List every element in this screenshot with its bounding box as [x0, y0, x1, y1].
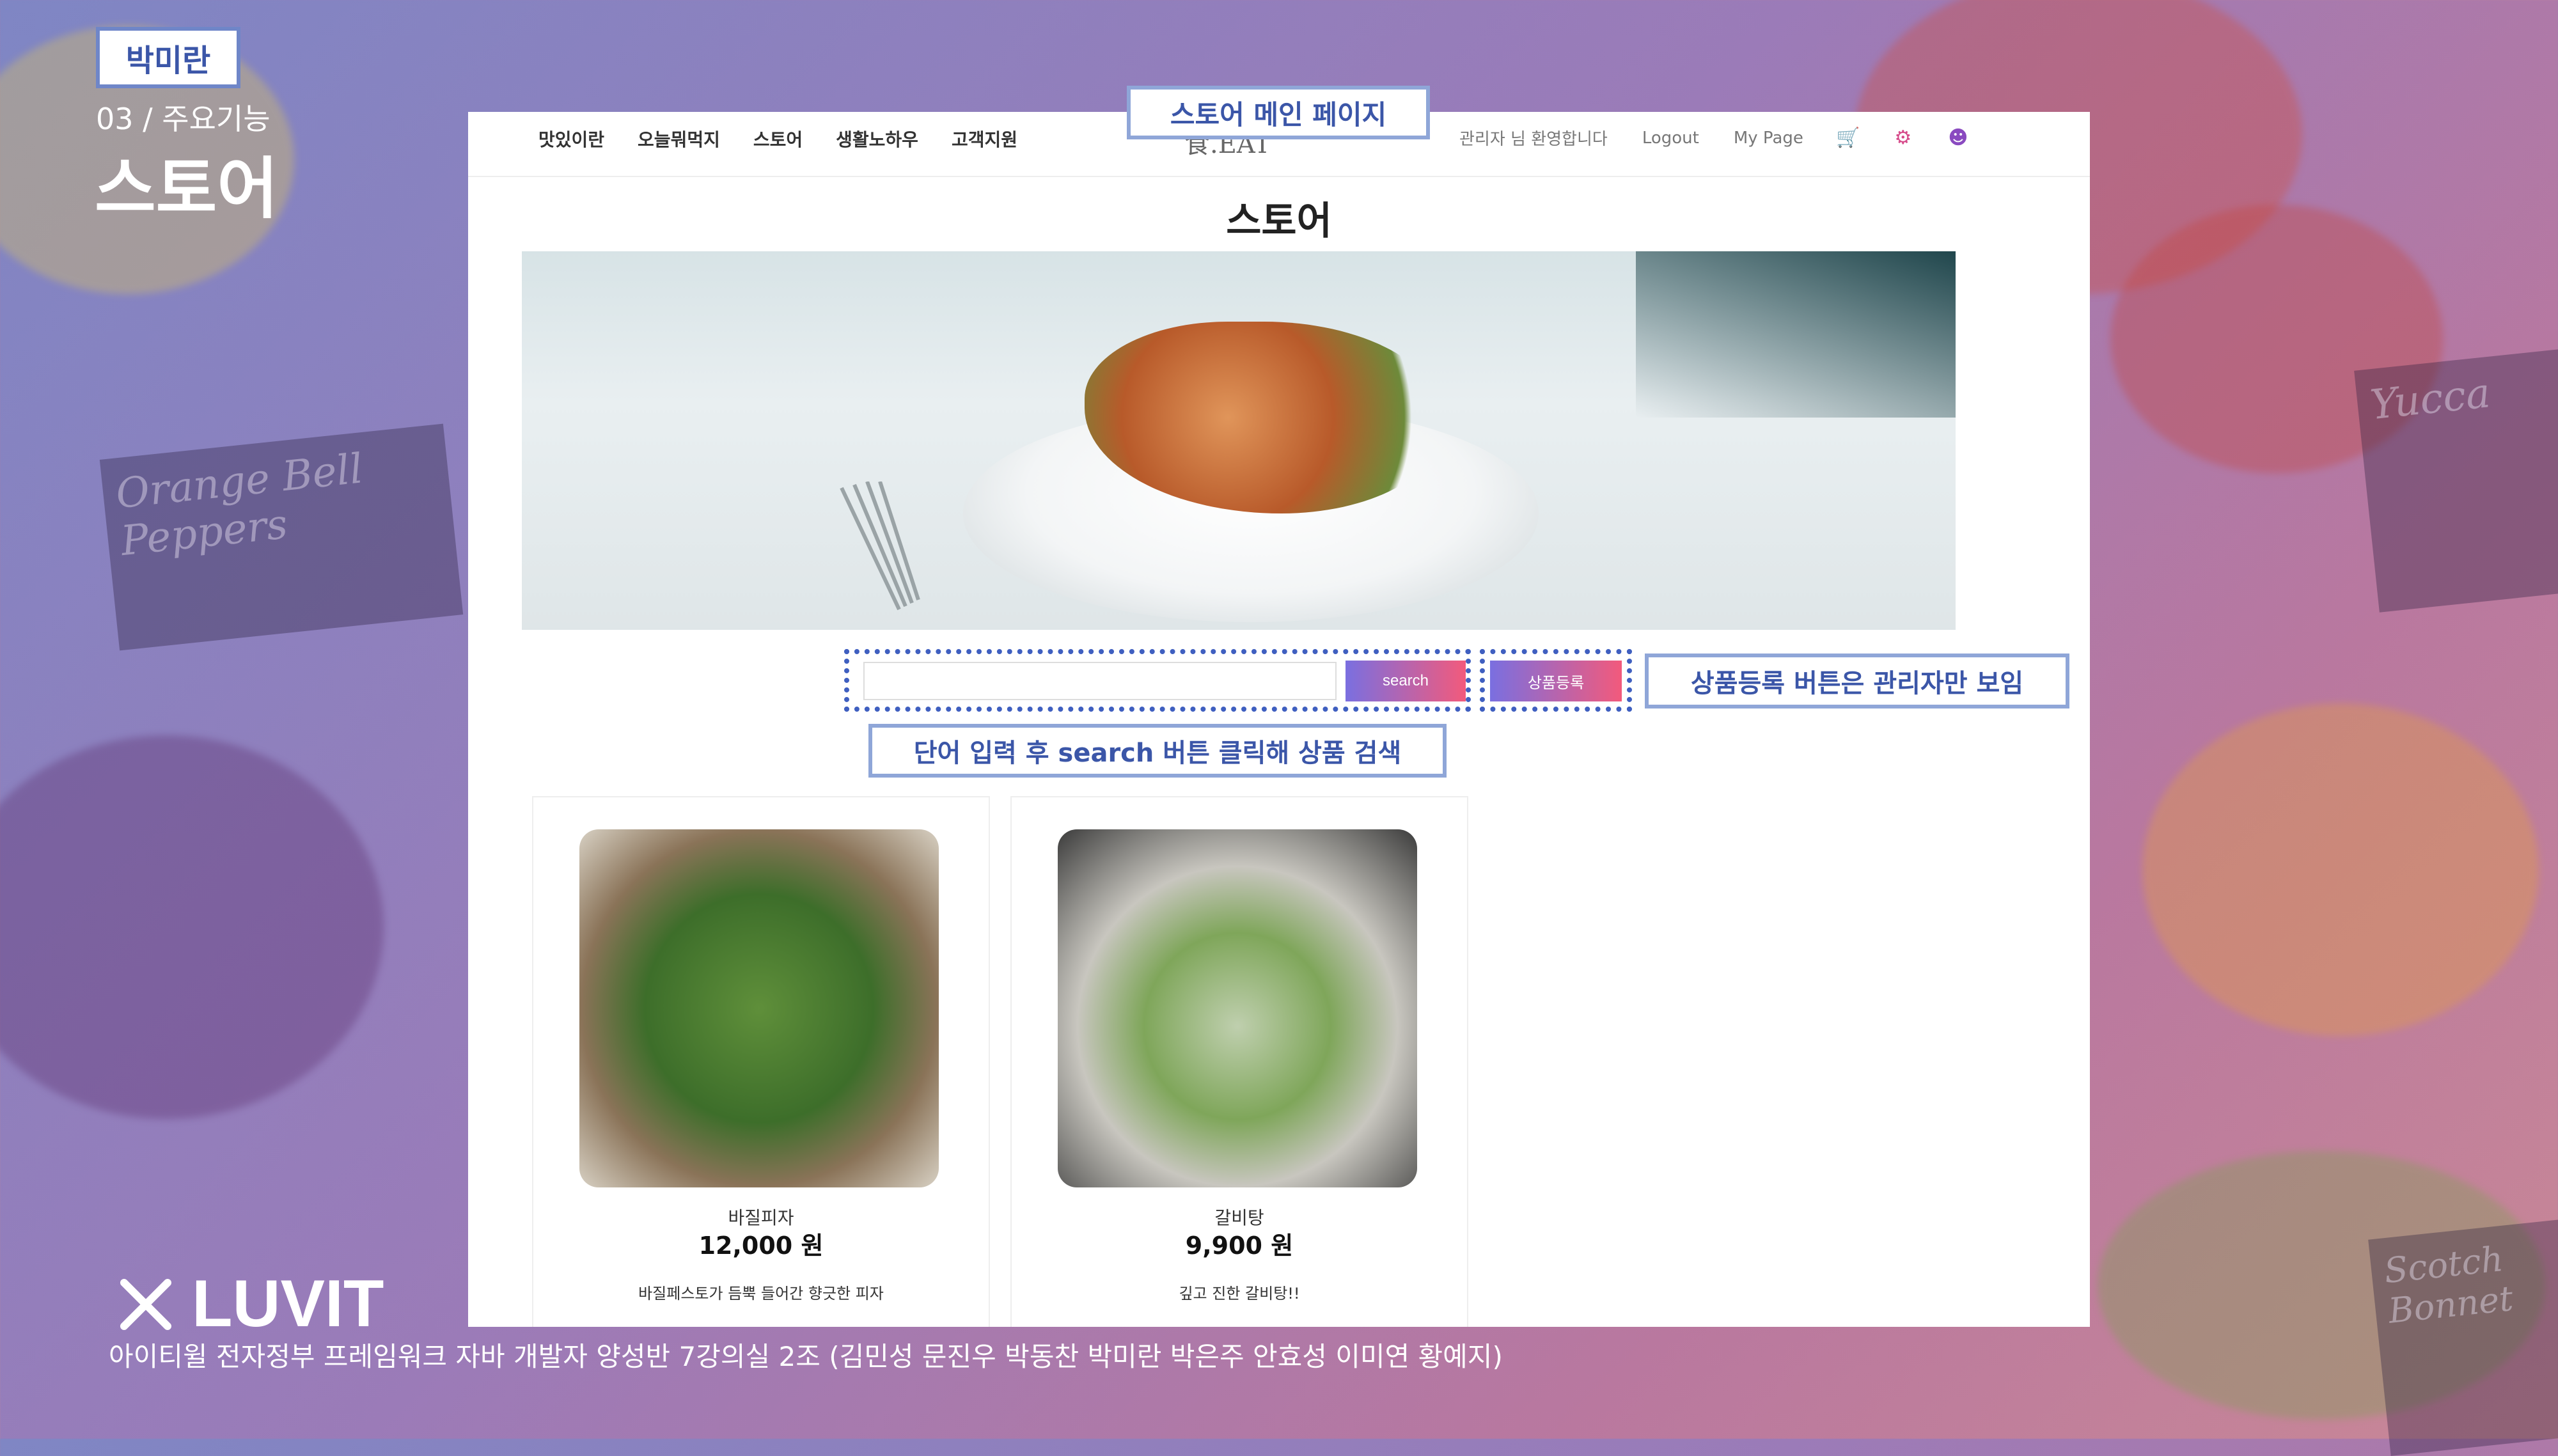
- brand-logo: LUVIT: [115, 1266, 384, 1342]
- user-menu: 관리자 님 환영합니다 Logout My Page 🛒 ⚙ ☻: [1459, 126, 1968, 150]
- logout-link[interactable]: Logout: [1642, 129, 1699, 148]
- callout-main-page: 스토어 메인 페이지: [1127, 86, 1430, 139]
- search-input[interactable]: [863, 662, 1337, 700]
- product-description: 바질페스토가 듬뿍 들어간 향긋한 피자: [638, 1285, 884, 1303]
- product-price: 12,000 원: [698, 1232, 824, 1260]
- section-title: 스토어: [95, 150, 279, 228]
- nav-item-support[interactable]: 고객지원: [952, 126, 1017, 152]
- nav-item-tips[interactable]: 생활노하우: [836, 126, 918, 152]
- footer-credits: 아이티윌 전자정부 프레임워크 자바 개발자 양성반 7강의실 2조 (김민성 …: [109, 1341, 1503, 1372]
- page-title: 스토어: [1226, 199, 1332, 244]
- nav-item-about[interactable]: 맛있이란: [538, 126, 604, 152]
- product-card[interactable]: 갈비탕 9,900 원 깊고 진한 갈비탕!!: [1010, 796, 1468, 1327]
- section-number: 03 / 주요기능: [96, 102, 271, 136]
- product-image-pizza[interactable]: [579, 829, 939, 1187]
- hero-banner-image: [522, 251, 1956, 630]
- store-page-screenshot: 맛있이란 오늘뭐먹지 스토어 생활노하우 고객지원 食.EAT 관리자 님 환영…: [468, 112, 2090, 1327]
- product-price: 9,900 원: [1185, 1232, 1294, 1260]
- callout-admin-only: 상품등록 버튼은 관리자만 보임: [1645, 654, 2069, 708]
- brand-name: LUVIT: [192, 1267, 384, 1341]
- fork-image: [840, 481, 920, 611]
- search-button[interactable]: search: [1346, 661, 1466, 701]
- mypage-link[interactable]: My Page: [1734, 129, 1803, 148]
- product-card[interactable]: 바질피자 12,000 원 바질페스토가 듬뿍 들어간 향긋한 피자: [532, 796, 990, 1327]
- product-image-galbitang[interactable]: [1058, 829, 1417, 1187]
- nav-item-today-menu[interactable]: 오늘뭐먹지: [638, 126, 720, 152]
- luvit-logo-icon: [120, 1278, 171, 1330]
- main-menu: 맛있이란 오늘뭐먹지 스토어 생활노하우 고객지원: [538, 126, 1017, 152]
- user-admin-icon[interactable]: ☻: [1948, 127, 1968, 149]
- greeting-text: 관리자 님 환영합니다: [1459, 130, 1608, 149]
- register-product-button[interactable]: 상품등록: [1490, 661, 1622, 701]
- nav-item-store[interactable]: 스토어: [753, 126, 803, 152]
- fork-knife-icon[interactable]: ⚙: [1893, 127, 1913, 149]
- product-description: 깊고 진한 갈비탕!!: [1179, 1285, 1300, 1303]
- cart-icon[interactable]: 🛒: [1836, 127, 1860, 149]
- search-area: search: [844, 649, 1471, 712]
- presenter-badge: 박미란: [96, 27, 240, 88]
- register-area: 상품등록: [1480, 649, 1632, 712]
- callout-search-hint: 단어 입력 후 search 버튼 클릭해 상품 검색: [868, 724, 1447, 778]
